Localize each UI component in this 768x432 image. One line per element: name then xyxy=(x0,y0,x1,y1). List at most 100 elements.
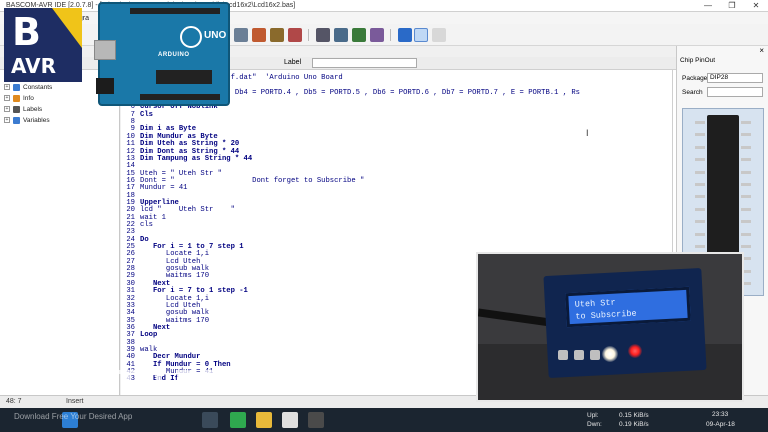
tool-icon[interactable] xyxy=(432,28,446,42)
tree-item-label: Variables xyxy=(23,116,50,124)
arduino-logo xyxy=(180,26,202,48)
chip-pin[interactable] xyxy=(741,145,751,149)
package-select[interactable]: DIP28 xyxy=(707,73,763,83)
text-cursor-icon: I xyxy=(586,128,589,138)
chip-pin[interactable] xyxy=(741,245,751,248)
tree-item-label: Constants xyxy=(23,83,53,91)
shield-button xyxy=(558,350,568,360)
maximize-button[interactable]: ❐ xyxy=(720,0,744,12)
logo-letter: B xyxy=(12,10,41,54)
chip-pin[interactable] xyxy=(695,220,705,224)
board-model-label: UNO xyxy=(204,30,227,41)
toolbar-separator xyxy=(308,29,309,41)
board-brand-label: ARDUINO xyxy=(158,52,190,58)
screen: BASCOM-AVR IDE [2.0.7.8] - [D:\Robot\Bas… xyxy=(0,0,768,432)
code-text: Dim Tampung as String * 44 xyxy=(140,154,253,163)
tool-icon[interactable] xyxy=(352,28,366,42)
cursor-position: 48: 7 xyxy=(6,398,22,405)
clock-date[interactable]: 09-Apr-18 xyxy=(706,421,735,428)
chip-pin[interactable] xyxy=(741,133,751,137)
folder-icon[interactable] xyxy=(256,412,272,428)
chip-pin[interactable] xyxy=(695,145,705,149)
close-button[interactable]: ✕ xyxy=(744,0,768,12)
arduino-board-image: UNO ARDUINO xyxy=(94,2,230,106)
folder-icon xyxy=(13,83,20,91)
taskbar-app-icon[interactable] xyxy=(308,412,324,428)
tool-icon[interactable] xyxy=(370,28,384,42)
tree-item-info[interactable]: + Info xyxy=(4,93,34,103)
compile-icon[interactable] xyxy=(234,28,248,42)
lcd-line-1: Uteh Str xyxy=(574,297,616,310)
chip-pin[interactable] xyxy=(695,245,705,248)
window-controls: — ❐ ✕ xyxy=(696,0,768,12)
pin-header xyxy=(140,94,220,100)
chip-pin[interactable] xyxy=(695,207,705,211)
tool-icon[interactable] xyxy=(270,28,284,42)
download-rate: 0.19 KiB/s xyxy=(619,421,649,428)
tree-item-variables[interactable]: + Variables xyxy=(4,115,50,125)
chip-pin[interactable] xyxy=(695,133,705,137)
chip-pin[interactable] xyxy=(741,170,751,174)
tree-item-constants[interactable]: + Constants xyxy=(4,82,52,92)
tool-icon[interactable] xyxy=(316,28,330,42)
pane-title: Chip PinOut xyxy=(680,57,716,64)
expand-icon[interactable]: + xyxy=(4,95,10,101)
chip-pin[interactable] xyxy=(695,170,705,174)
chip-pin[interactable] xyxy=(741,158,751,162)
shield-button xyxy=(590,350,600,360)
tool-icon[interactable] xyxy=(252,28,266,42)
shield-button xyxy=(574,350,584,360)
label-combobox[interactable] xyxy=(312,58,417,68)
chip-pin[interactable] xyxy=(695,121,705,124)
bascom-avr-logo: B AVR xyxy=(4,8,82,82)
search-input[interactable] xyxy=(707,87,763,97)
chip-pin[interactable] xyxy=(695,232,705,236)
usb-port xyxy=(94,40,116,60)
tree-item-label: Labels xyxy=(23,105,43,113)
upload-rate: 0.15 KiB/s xyxy=(619,412,649,419)
watermark: GET INTO PC xyxy=(8,364,218,397)
pin-header xyxy=(130,8,220,14)
chip-pin[interactable] xyxy=(741,207,751,211)
label-icon xyxy=(13,105,20,113)
label-caption: Label xyxy=(284,59,302,66)
search-label: Search xyxy=(682,89,703,96)
code-text: Mundur = 41 xyxy=(140,184,188,193)
taskbar-app-icon[interactable] xyxy=(202,412,218,428)
chip-pin[interactable] xyxy=(741,220,751,224)
tool-icon[interactable] xyxy=(288,28,302,42)
expand-icon[interactable]: + xyxy=(4,106,10,112)
info-icon xyxy=(13,94,20,102)
minimize-button[interactable]: — xyxy=(696,0,720,12)
logo-triangle xyxy=(52,8,82,48)
expand-icon[interactable]: + xyxy=(4,84,10,90)
clock-time[interactable]: 23:33 xyxy=(712,411,728,418)
toolbar-separator xyxy=(390,29,391,41)
upload-label: Upl: xyxy=(587,412,599,419)
lcd-shield-photo: Uteh Str to Subscribe xyxy=(476,252,744,402)
power-jack xyxy=(96,78,114,94)
code-explorer: + Constants + Info + Labels + Variables xyxy=(0,70,120,395)
chip-pin[interactable] xyxy=(741,183,751,186)
package-label: Package xyxy=(682,75,708,82)
tool-icon[interactable] xyxy=(334,28,348,42)
download-label: Dwn: xyxy=(587,421,602,428)
taskbar-app-icon[interactable] xyxy=(230,412,246,428)
expand-icon[interactable]: + xyxy=(4,117,10,123)
tree-item-labels[interactable]: + Labels xyxy=(4,104,42,114)
chip-pin[interactable] xyxy=(741,121,751,124)
taskbar-app-icon[interactable] xyxy=(282,412,298,428)
active-tool-icon[interactable] xyxy=(414,28,428,42)
variable-icon xyxy=(13,116,20,124)
chip-pin[interactable] xyxy=(695,158,705,162)
chip-pin[interactable] xyxy=(741,232,751,236)
white-led xyxy=(602,346,618,362)
watermark-subtitle: Download Free Your Desired App xyxy=(14,412,133,421)
code-line[interactable]: 13 Dim Tampung as String * 44 xyxy=(121,155,252,163)
pane-close-icon[interactable]: × xyxy=(759,46,764,55)
chip-pin[interactable] xyxy=(741,195,751,199)
chip-pin[interactable] xyxy=(695,195,705,199)
help-icon[interactable] xyxy=(398,28,412,42)
chip-pin[interactable] xyxy=(695,183,705,186)
microcontroller-chip xyxy=(156,70,212,84)
